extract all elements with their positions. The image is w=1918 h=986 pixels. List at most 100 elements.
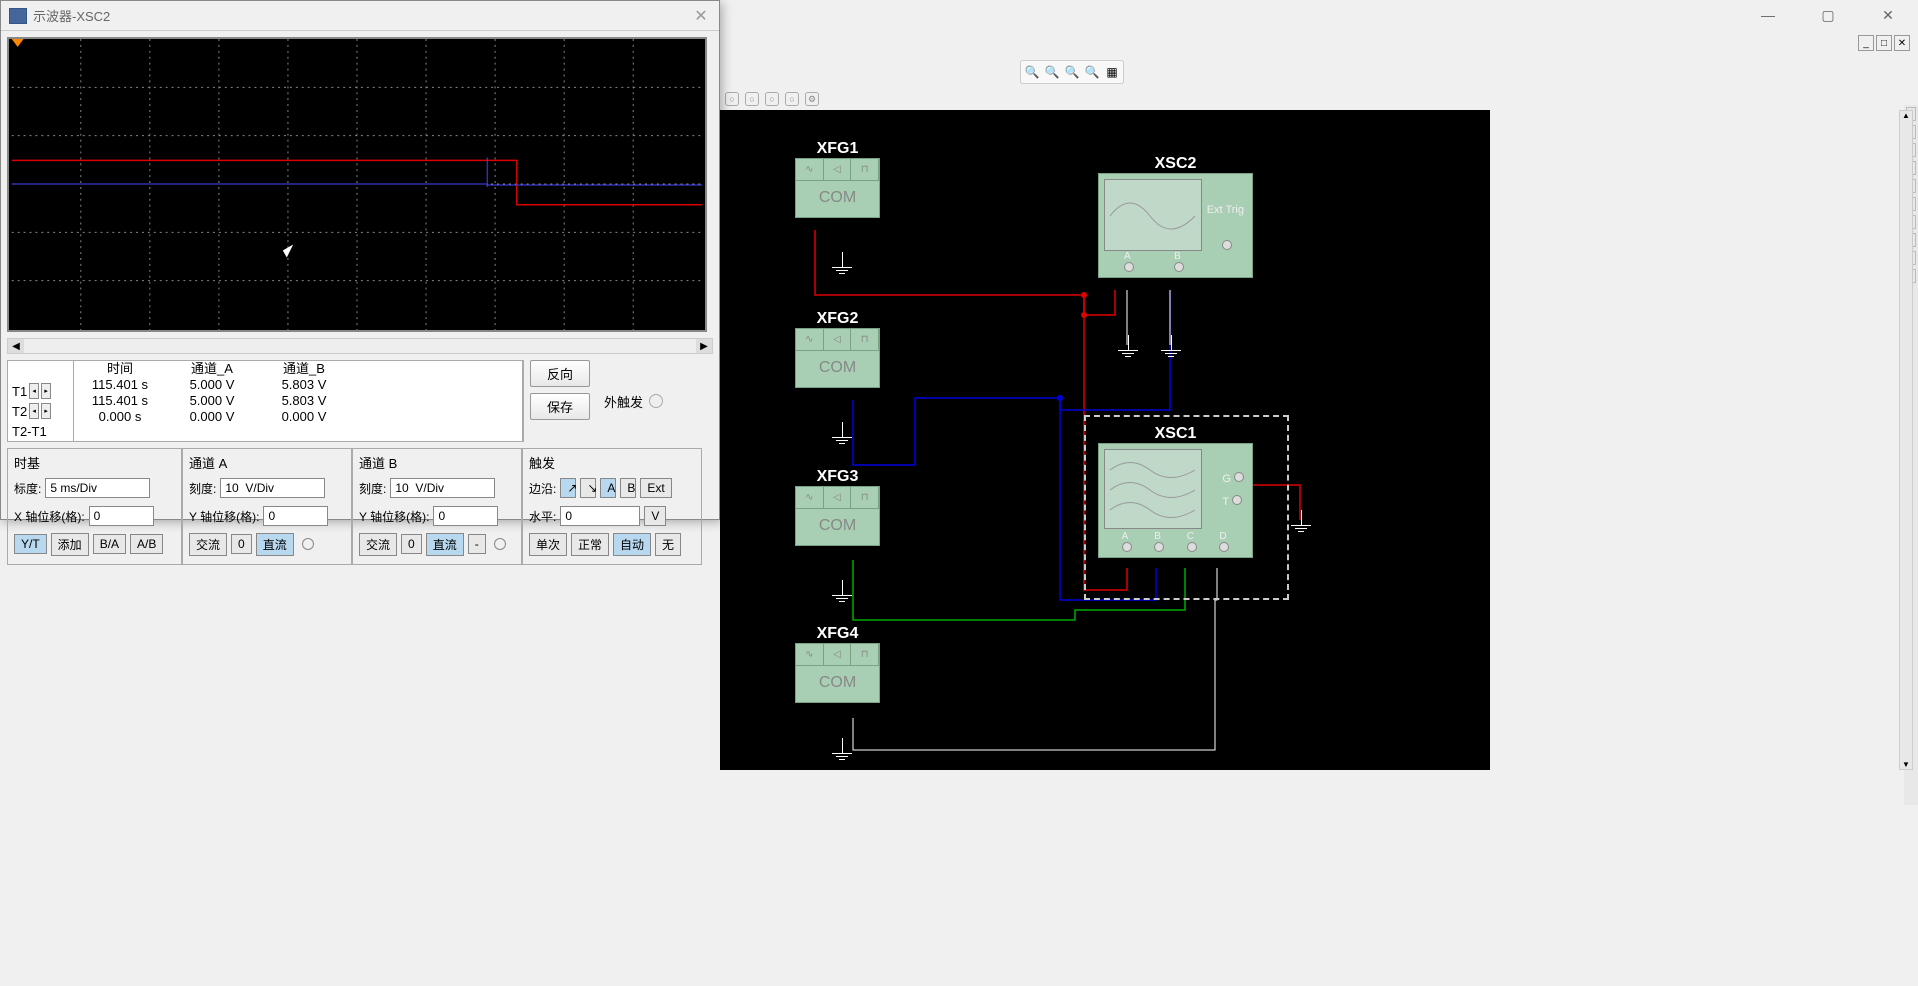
edge-falling-button[interactable]: ↘	[580, 478, 596, 498]
xsc2-label: XSC2	[1098, 155, 1253, 173]
trigger-b-button[interactable]: B	[620, 478, 636, 498]
dialog-close-button[interactable]: ✕	[691, 6, 711, 26]
diff-time: 0.000 s	[74, 409, 166, 425]
trigger-a-button[interactable]: A	[600, 478, 616, 498]
xfg2-label: XFG2	[795, 310, 880, 328]
trigger-panel: 触发 边沿: ↗ ↘ A B Ext 水平: V 单次 正常 自动 无	[522, 448, 702, 565]
diff-label: T2-T1	[12, 424, 47, 439]
zoom-full-icon[interactable]: ▦	[1104, 64, 1120, 80]
yt-mode-button[interactable]: Y/T	[14, 534, 47, 554]
component-xfg4[interactable]: XFG4 ∿◁⊓ COM	[795, 625, 880, 703]
dialog-title: 示波器-XSC2	[33, 6, 110, 25]
xsc1-label: XSC1	[1098, 425, 1253, 443]
display-horizontal-scrollbar[interactable]: ◀ ▶	[7, 338, 713, 354]
timebase-xpos-input[interactable]	[89, 506, 154, 526]
mini-minimize-button[interactable]: _	[1858, 35, 1874, 51]
ground-xfg1	[832, 252, 852, 282]
cha-scale-input[interactable]	[220, 478, 325, 498]
ext-trig-toggle[interactable]	[649, 394, 663, 408]
canvas-vertical-scrollbar[interactable]: ▲ ▼	[1899, 110, 1913, 770]
circuit-schematic-canvas[interactable]: XFG1 ∿◁⊓ COM XFG2 ∿◁⊓ COM XFG3 ∿◁⊓	[720, 110, 1490, 770]
chb-ypos-input[interactable]	[433, 506, 498, 526]
ground-xsc2-b	[1161, 335, 1181, 365]
cha-title: 通道 A	[189, 453, 345, 472]
oscilloscope-dialog[interactable]: 示波器-XSC2 ✕	[0, 0, 720, 520]
save-button[interactable]: 保存	[530, 393, 590, 420]
chb-scale-input[interactable]	[390, 478, 495, 498]
oscilloscope-icon	[9, 8, 27, 24]
reverse-button[interactable]: 反向	[530, 360, 590, 387]
simulation-toolbar: ○ ○ ○ ○ ⚙	[725, 92, 819, 106]
cha-zero-button[interactable]: 0	[231, 534, 252, 554]
component-xfg1[interactable]: XFG1 ∿◁⊓ COM	[795, 140, 880, 218]
trigger-auto-button[interactable]: 自动	[613, 533, 651, 556]
time-header: 时间	[74, 361, 166, 377]
add-mode-button[interactable]: 添加	[51, 533, 89, 556]
scroll-right-button[interactable]: ▶	[696, 339, 712, 353]
dialog-titlebar[interactable]: 示波器-XSC2 ✕	[1, 1, 719, 31]
t1-time: 115.401 s	[74, 377, 166, 393]
t2-time: 115.401 s	[74, 393, 166, 409]
chb-ac-button[interactable]: 交流	[359, 533, 397, 556]
t1-spinner-r[interactable]: ▸	[41, 383, 51, 399]
diff-cha: 0.000 V	[166, 409, 258, 425]
component-xsc2[interactable]: XSC2 Ext Trig A B	[1098, 155, 1253, 278]
close-button[interactable]: ✕	[1868, 5, 1908, 25]
component-xfg2[interactable]: XFG2 ∿◁⊓ COM	[795, 310, 880, 388]
zoom-toolbar: 🔍 🔍 🔍 🔍 ▦	[1020, 60, 1124, 84]
t2-spinner[interactable]: ◂	[29, 403, 39, 419]
component-xsc1[interactable]: XSC1 G T A B C D	[1098, 425, 1253, 558]
timebase-title: 时基	[14, 453, 175, 472]
sim-icon-1[interactable]: ○	[725, 92, 739, 106]
chb-dc-button[interactable]: 直流	[426, 533, 464, 556]
cha-ac-button[interactable]: 交流	[189, 533, 227, 556]
channel-b-panel: 通道 B 刻度: Y 轴位移(格): 交流 0 直流 -	[352, 448, 522, 565]
trigger-ext-button[interactable]: Ext	[640, 478, 671, 498]
minimize-button[interactable]: —	[1748, 5, 1788, 25]
sim-icon-2[interactable]: ○	[745, 92, 759, 106]
chb-header: 通道_B	[258, 361, 350, 377]
t2-chb: 5.803 V	[258, 393, 350, 409]
ground-xsc1	[1291, 510, 1311, 540]
trigger-level-unit[interactable]: V	[644, 506, 666, 526]
t1-label: T1	[12, 384, 27, 399]
sim-settings-icon[interactable]: ⚙	[805, 92, 819, 106]
component-xfg3[interactable]: XFG3 ∿◁⊓ COM	[795, 468, 880, 546]
maximize-button[interactable]: ▢	[1808, 5, 1848, 25]
trigger-level-input[interactable]	[560, 506, 640, 526]
trigger-none-button[interactable]: 无	[655, 533, 681, 556]
trigger-single-button[interactable]: 单次	[529, 533, 567, 556]
t2-label: T2	[12, 404, 27, 419]
t1-spinner[interactable]: ◂	[29, 383, 39, 399]
zoom-in-icon[interactable]: 🔍	[1024, 64, 1040, 80]
chb-invert-button[interactable]: -	[468, 534, 486, 554]
t2-spinner-r[interactable]: ▸	[41, 403, 51, 419]
timebase-scale-input[interactable]	[45, 478, 150, 498]
chb-zero-button[interactable]: 0	[401, 534, 422, 554]
cha-dc-button[interactable]: 直流	[256, 533, 294, 556]
zoom-fit-icon[interactable]: 🔍	[1064, 64, 1080, 80]
cha-ypos-input[interactable]	[263, 506, 328, 526]
ground-xfg2	[832, 422, 852, 452]
ab-mode-button[interactable]: A/B	[130, 534, 163, 554]
zoom-out-icon[interactable]: 🔍	[1044, 64, 1060, 80]
ext-trig-label: 外触发	[604, 392, 643, 411]
zoom-area-icon[interactable]: 🔍	[1084, 64, 1100, 80]
sim-icon-3[interactable]: ○	[765, 92, 779, 106]
channel-a-panel: 通道 A 刻度: Y 轴位移(格): 交流 0 直流	[182, 448, 352, 565]
ba-mode-button[interactable]: B/A	[93, 534, 126, 554]
cha-indicator	[302, 538, 314, 550]
timebase-panel: 时基 标度: X 轴位移(格): Y/T 添加 B/A A/B	[7, 448, 182, 565]
main-window-controls: — ▢ ✕	[1718, 0, 1918, 30]
xfg4-label: XFG4	[795, 625, 880, 643]
secondary-window-controls: _ □ ✕	[1858, 35, 1918, 55]
ground-xsc2-a	[1118, 335, 1138, 365]
ground-xfg3	[832, 580, 852, 610]
oscilloscope-display[interactable]	[7, 37, 707, 332]
mini-close-button[interactable]: ✕	[1894, 35, 1910, 51]
edge-rising-button[interactable]: ↗	[560, 478, 576, 498]
trigger-normal-button[interactable]: 正常	[571, 533, 609, 556]
mini-maximize-button[interactable]: □	[1876, 35, 1892, 51]
scroll-left-button[interactable]: ◀	[8, 339, 24, 353]
sim-icon-4[interactable]: ○	[785, 92, 799, 106]
